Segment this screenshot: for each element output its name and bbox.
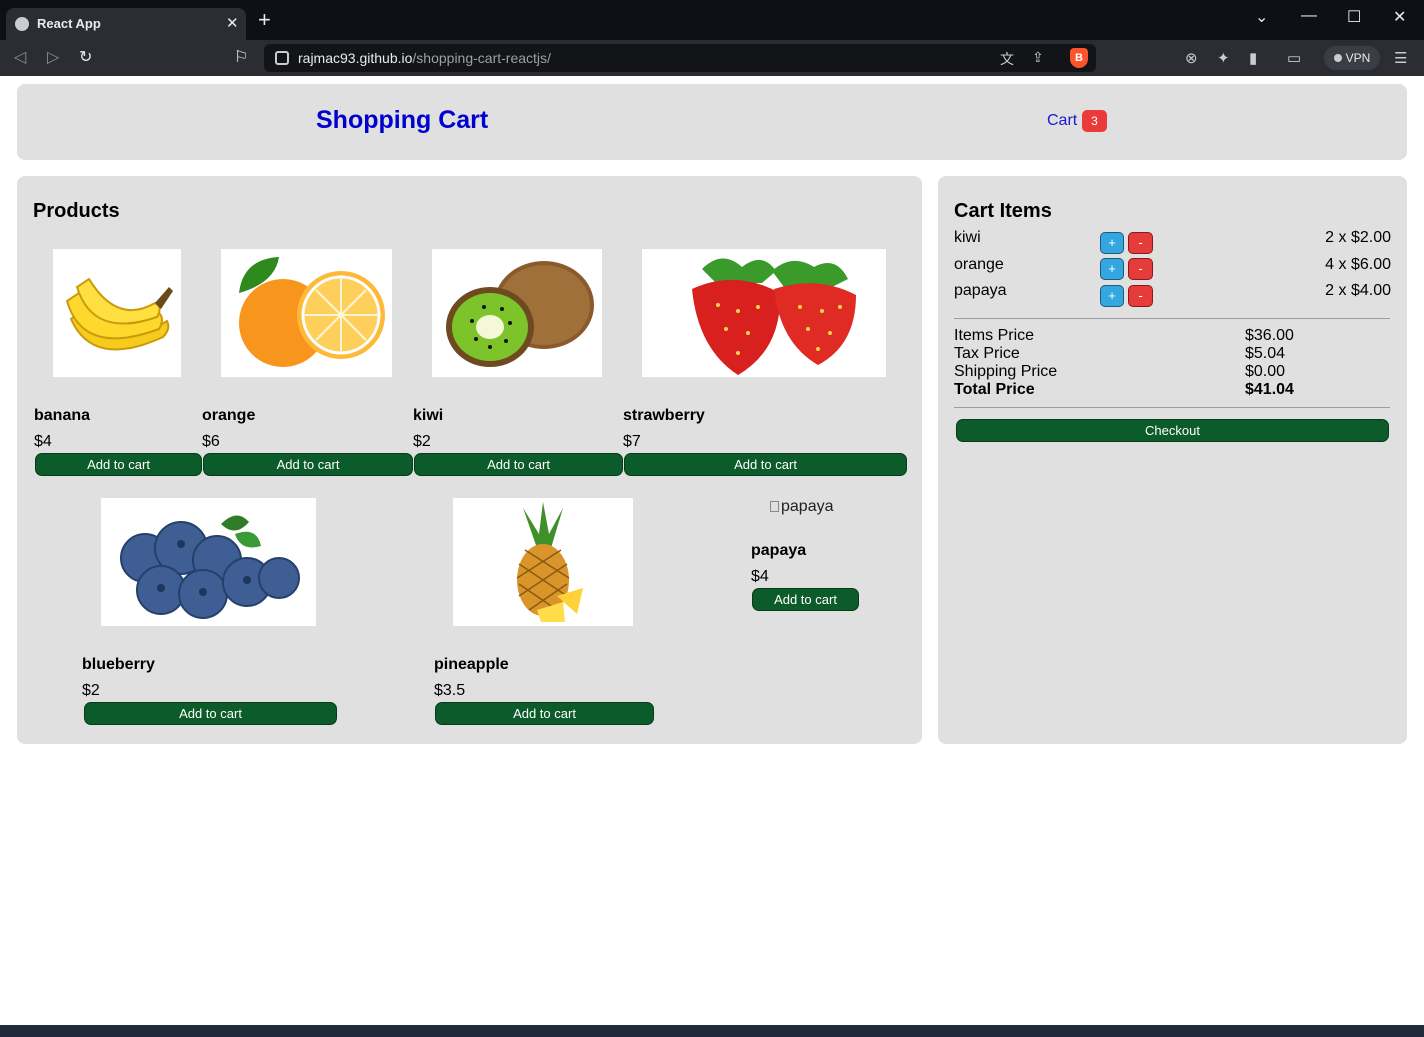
cart-item-quantity: 2 x $4.00 [1325,282,1391,299]
cart-title: Cart Items [954,200,1052,222]
increase-button[interactable]: + [1100,232,1124,254]
close-tab-icon[interactable]: ✕ [226,14,239,32]
decrease-button[interactable]: - [1128,258,1153,280]
product-price: $4 [751,568,769,585]
broken-image-icon [770,501,779,512]
total-price-value: $41.04 [1245,381,1294,398]
shipping-price-label: Shipping Price [954,363,1058,380]
tax-price-value: $5.04 [1245,345,1286,362]
translate-icon[interactable]: 文 [1000,49,1014,69]
brand-link[interactable]: Shopping Cart [316,106,488,135]
strawberry-image[interactable] [642,249,886,377]
product-price: $2 [413,433,431,450]
product-price: $7 [623,433,641,450]
blueberry-image[interactable] [101,498,316,626]
shipping-price-value: $0.00 [1245,363,1286,380]
product-price: $3.5 [434,682,466,699]
cart-panel: Cart Items kiwi + - 2 x $2.00 orange + -… [938,176,1407,744]
add-to-cart-button[interactable]: Add to cart [752,588,859,611]
extensions-icon[interactable]: ✦ [1217,49,1230,67]
back-icon[interactable]: ◁ [14,47,26,67]
cart-item-quantity: 4 x $6.00 [1325,256,1391,273]
vpn-button[interactable]: VPN [1324,46,1380,70]
vpn-status-icon [1333,54,1342,62]
page-viewport: Shopping Cart Cart 3 Products banana $4 … [1,76,1423,1025]
share-icon[interactable]: ⇪ [1032,49,1044,66]
product-name[interactable]: orange [202,407,255,425]
product-name[interactable]: strawberry [623,407,705,425]
browser-titlebar: React App ✕ + ⌄ — ☐ ✕ [0,0,1424,40]
site-settings-icon[interactable] [275,51,289,65]
increase-button[interactable]: + [1100,285,1124,307]
forward-icon[interactable]: ▷ [47,47,59,67]
total-price-label: Total Price [954,381,1035,398]
product-price: $4 [34,433,52,450]
wallet-icon[interactable]: ▭ [1287,49,1301,67]
cart-item-quantity: 2 x $2.00 [1325,229,1391,246]
add-to-cart-button[interactable]: Add to cart [203,453,413,476]
product-name[interactable]: blueberry [82,656,155,674]
add-to-cart-button[interactable]: Add to cart [414,453,623,476]
checkout-button[interactable]: Checkout [956,419,1389,442]
divider [954,407,1390,408]
sidebar-icon[interactable]: ▮ [1249,49,1257,67]
cart-item-name: orange [954,256,1004,273]
products-panel: Products banana $4 Add to cart orange $6… [17,176,922,744]
decrease-button[interactable]: - [1128,232,1153,254]
tab-search-chevron-icon[interactable]: ⌄ [1255,7,1268,27]
add-to-cart-button[interactable]: Add to cart [435,702,654,725]
product-name[interactable]: papaya [751,542,806,560]
brave-shields-icon[interactable]: B [1070,48,1088,68]
items-price-label: Items Price [954,327,1035,344]
product-price: $6 [202,433,220,450]
add-to-cart-button[interactable]: Add to cart [35,453,202,476]
bookmark-icon[interactable]: ⚐ [234,47,248,67]
brave-rewards-icon[interactable]: ⊗ [1185,49,1198,67]
new-tab-button[interactable]: + [258,9,271,31]
browser-toolbar: ◁ ▷ ↻ ⚐ rajmac93.github.io/shopping-cart… [0,40,1424,76]
divider [954,318,1390,319]
tab-title: React App [37,16,101,31]
product-name[interactable]: pineapple [434,656,509,674]
orange-image[interactable] [221,249,392,377]
reload-icon[interactable]: ↻ [79,47,92,67]
product-price: $2 [82,682,100,699]
cart-item-name: kiwi [954,229,981,246]
menu-icon[interactable]: ☰ [1394,49,1407,67]
os-taskbar [0,1025,1424,1037]
minimize-icon[interactable]: — [1301,7,1317,25]
decrease-button[interactable]: - [1128,285,1153,307]
tax-price-label: Tax Price [954,345,1020,362]
add-to-cart-button[interactable]: Add to cart [84,702,337,725]
cart-link[interactable]: Cart [1047,112,1077,130]
product-name[interactable]: banana [34,407,90,425]
browser-tab[interactable]: React App ✕ [6,8,246,40]
address-bar[interactable]: rajmac93.github.io/shopping-cart-reactjs… [264,44,1096,72]
add-to-cart-button[interactable]: Add to cart [624,453,907,476]
increase-button[interactable]: + [1100,258,1124,280]
cart-count-badge: 3 [1082,110,1107,132]
papaya-image-broken[interactable]: papaya [770,498,834,516]
products-title: Products [33,200,120,222]
items-price-value: $36.00 [1245,327,1294,344]
cart-item-name: papaya [954,282,1007,299]
pineapple-image[interactable] [453,498,633,626]
url-text[interactable]: rajmac93.github.io/shopping-cart-reactjs… [298,50,551,66]
close-window-icon[interactable]: ✕ [1393,7,1406,27]
product-name[interactable]: kiwi [413,407,443,425]
globe-icon [15,17,29,31]
banana-image[interactable] [53,249,181,377]
kiwi-image[interactable] [432,249,602,377]
maximize-icon[interactable]: ☐ [1347,7,1361,27]
site-header: Shopping Cart Cart 3 [17,84,1407,160]
